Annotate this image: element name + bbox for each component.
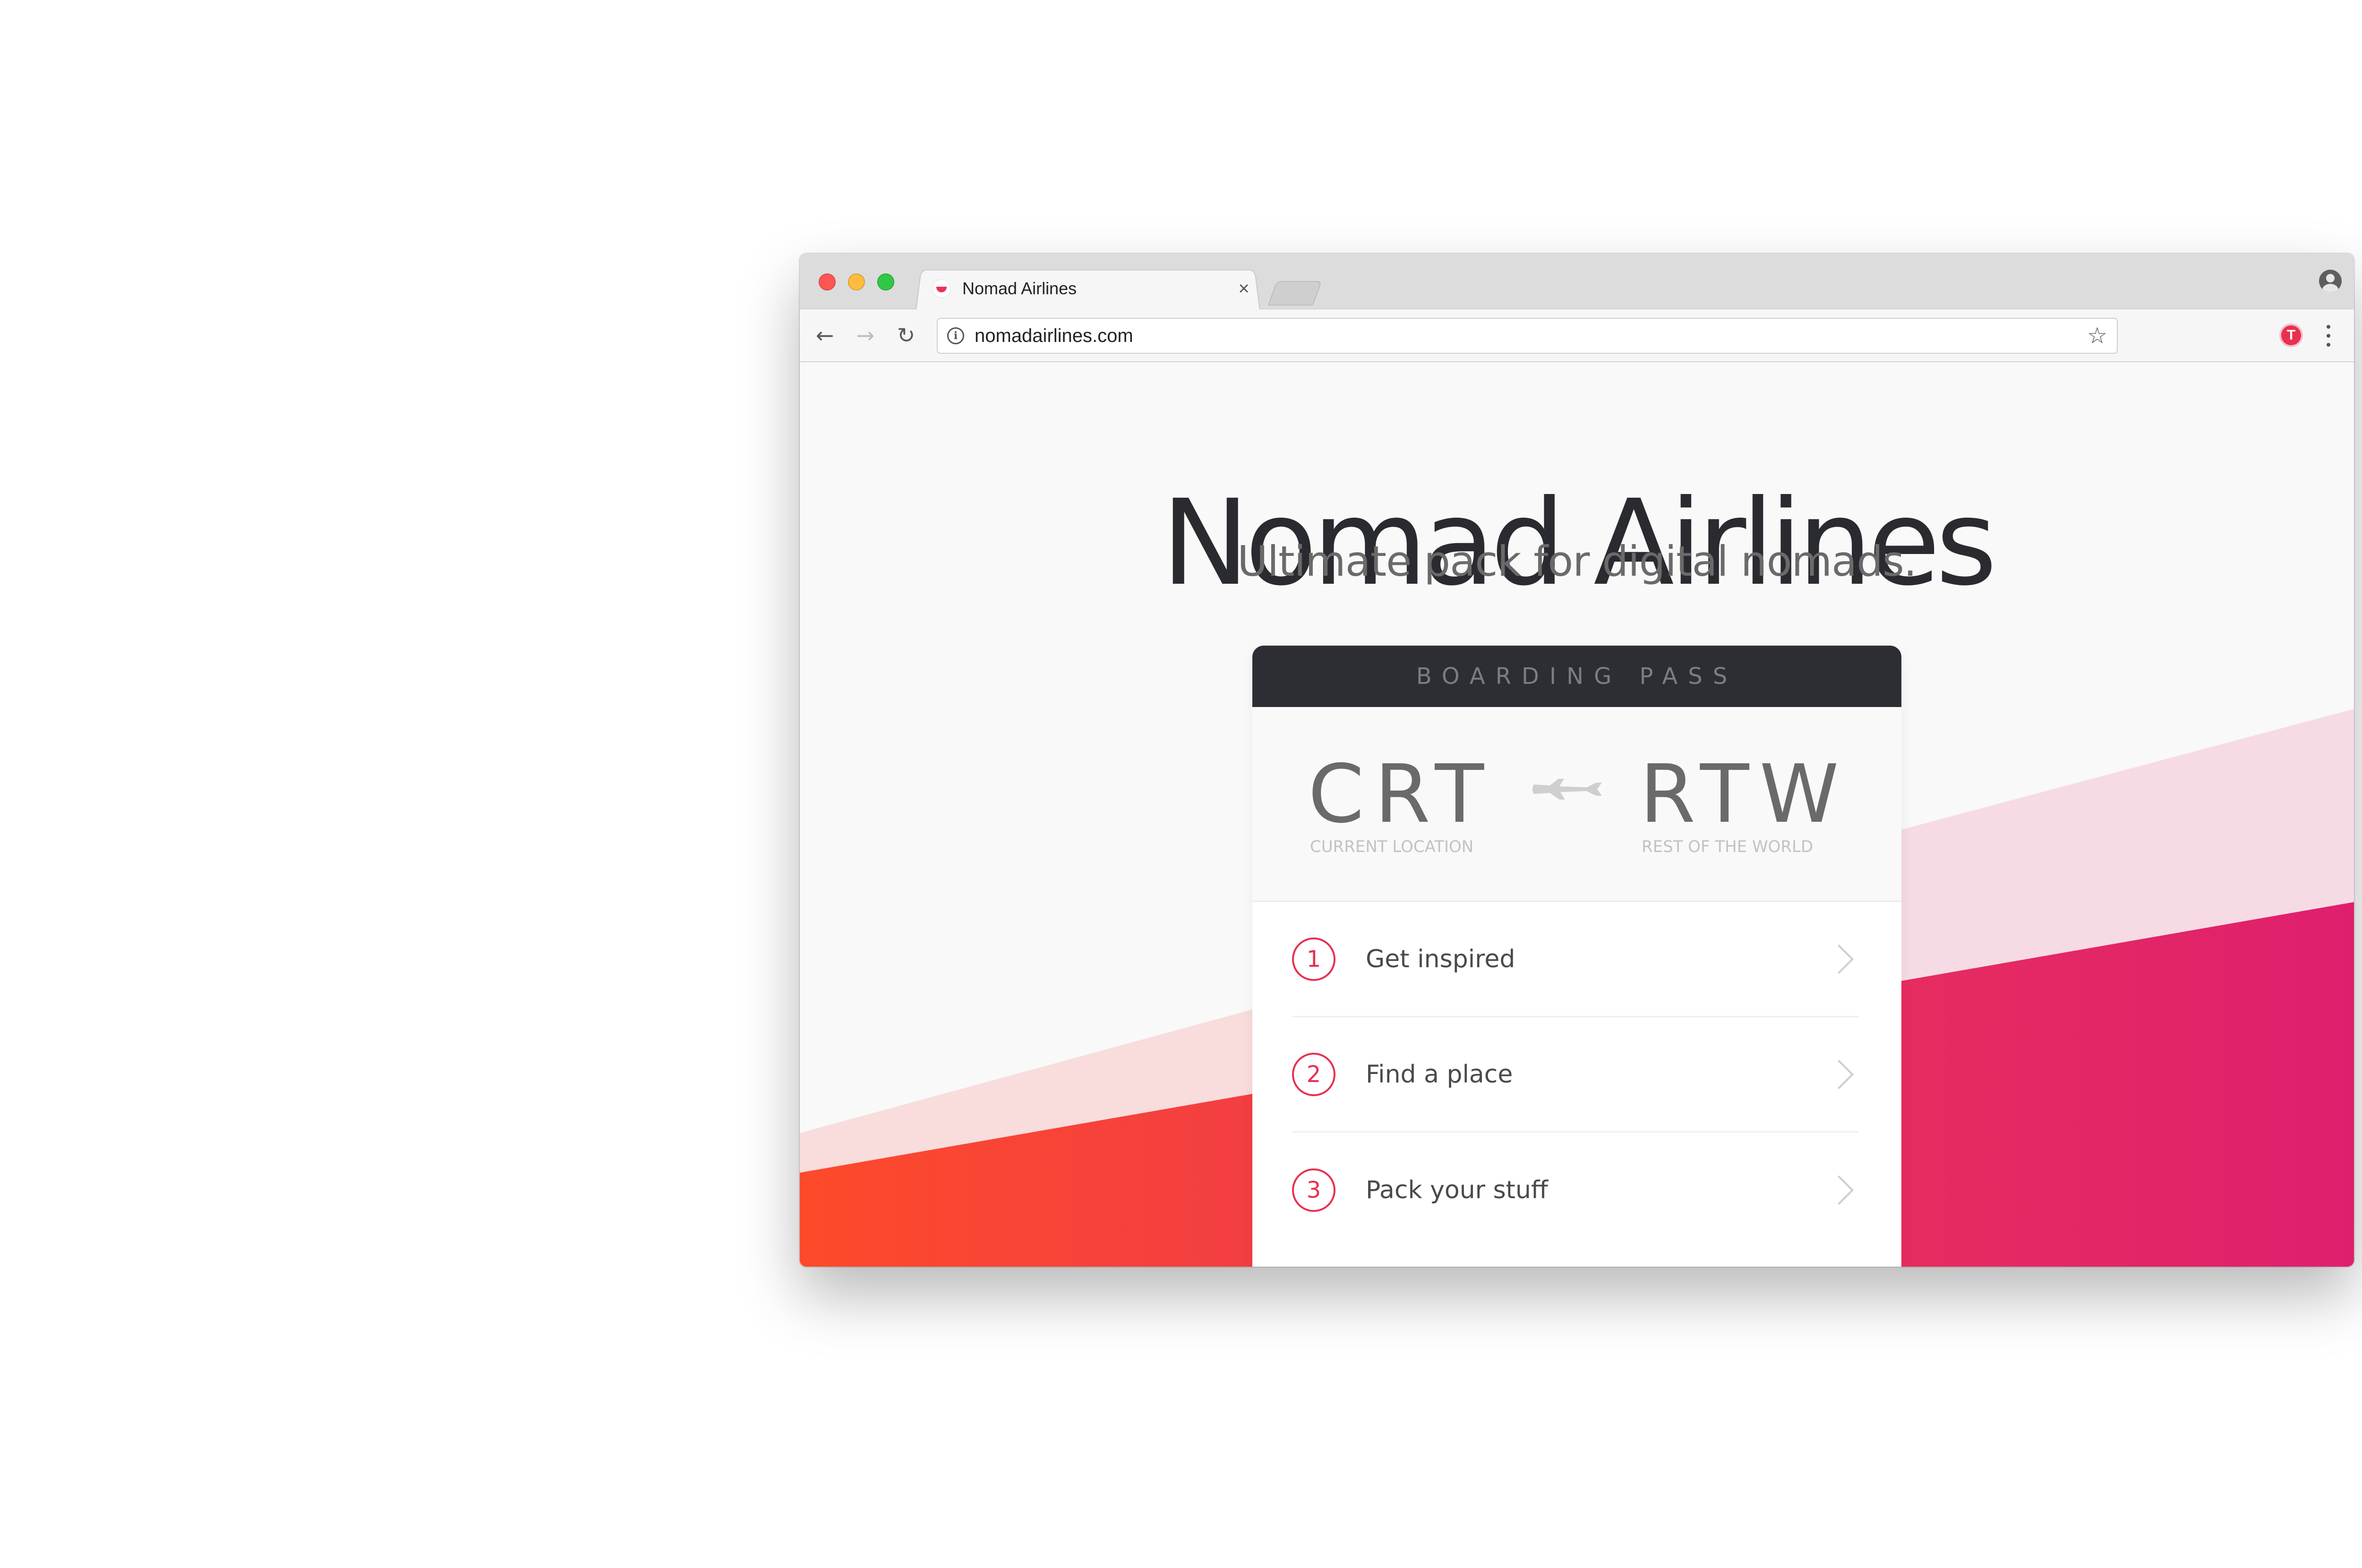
new-tab-button[interactable] xyxy=(1267,281,1322,306)
maximize-window-icon[interactable] xyxy=(877,273,894,290)
page-subtitle: Ultimate pack for digital nomads. xyxy=(1237,537,1917,586)
destination-label: REST OF THE WORLD xyxy=(1642,837,1814,856)
steps-list: 1 Get inspired 2 Find a place 3 Pack you… xyxy=(1252,902,1901,1248)
step-number-badge: 2 xyxy=(1292,1052,1335,1096)
browser-toolbar: ← → ↻ i nomadairlines.com ☆ T xyxy=(800,309,2354,362)
step-number-badge: 1 xyxy=(1292,937,1335,981)
menu-dot xyxy=(2327,342,2330,347)
minimize-window-icon[interactable] xyxy=(848,273,865,290)
step-number-badge: 3 xyxy=(1292,1168,1335,1212)
site-info-icon[interactable]: i xyxy=(947,327,964,344)
route-section: CRT CURRENT LOCATION RTW REST OF THE WOR… xyxy=(1252,707,1901,902)
destination-code: RTW xyxy=(1640,748,1849,841)
origin-code: CRT xyxy=(1308,748,1495,841)
profile-icon[interactable] xyxy=(2319,270,2342,292)
boarding-pass-card: BOARDING PASS CRT CURRENT LOCATION RTW R… xyxy=(1252,646,1901,1267)
list-item-pack-your-stuff[interactable]: 3 Pack your stuff xyxy=(1292,1133,1859,1248)
list-item-find-a-place[interactable]: 2 Find a place xyxy=(1292,1017,1859,1133)
tab-close-button[interactable]: × xyxy=(1234,278,1253,299)
close-window-icon[interactable] xyxy=(819,273,836,290)
chevron-right-icon xyxy=(1824,1175,1854,1205)
bookmark-star-icon[interactable]: ☆ xyxy=(2087,323,2107,349)
page-content: Nomad Airlines Ultimate pack for digital… xyxy=(800,362,2354,1267)
step-label: Get inspired xyxy=(1366,945,1515,973)
tab-content[interactable]: Nomad Airlines × xyxy=(932,268,1253,309)
favicon-icon xyxy=(932,279,951,298)
menu-dot xyxy=(2327,325,2330,329)
reload-button[interactable]: ↻ xyxy=(890,320,922,351)
origin-label: CURRENT LOCATION xyxy=(1310,837,1474,856)
url-text[interactable]: nomadairlines.com xyxy=(975,325,2087,347)
extension-icon[interactable]: T xyxy=(2279,324,2303,347)
airplane-icon xyxy=(1532,779,1602,800)
step-label: Find a place xyxy=(1366,1060,1513,1089)
tab-title: Nomad Airlines xyxy=(962,279,1077,298)
browser-window: Nomad Airlines × ← → ↻ i nomadairlines.c… xyxy=(800,254,2354,1267)
more-vert-icon[interactable] xyxy=(2324,323,2333,349)
list-item-get-inspired[interactable]: 1 Get inspired xyxy=(1292,902,1859,1017)
step-label: Pack your stuff xyxy=(1366,1176,1548,1204)
chevron-right-icon xyxy=(1824,944,1854,974)
chevron-right-icon xyxy=(1824,1059,1854,1089)
address-bar[interactable]: i nomadairlines.com ☆ xyxy=(937,318,2118,354)
menu-dot xyxy=(2327,333,2330,338)
boarding-pass-header: BOARDING PASS xyxy=(1252,646,1901,707)
back-button[interactable]: ← xyxy=(809,320,840,351)
tab-strip: Nomad Airlines × xyxy=(800,254,2354,310)
forward-button[interactable]: → xyxy=(850,320,881,351)
